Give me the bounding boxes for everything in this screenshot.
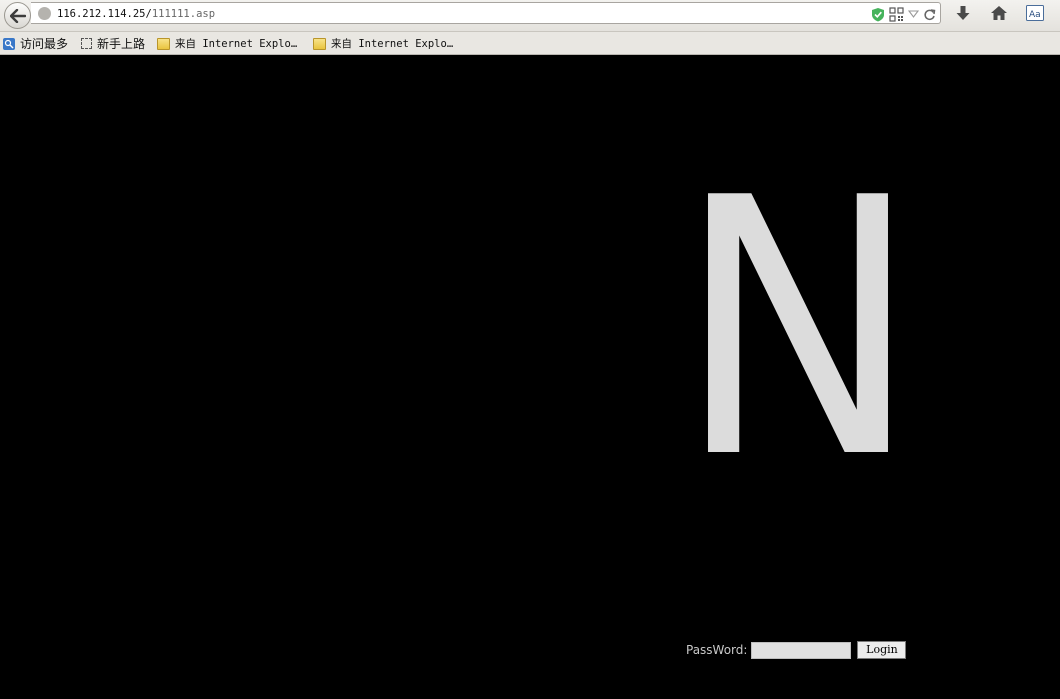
home-icon (991, 6, 1007, 20)
bookmark-label: 新手上路 (97, 37, 146, 51)
most-visited-icon (3, 37, 15, 50)
reload-icon[interactable] (923, 8, 936, 21)
logo-letter-text: N (682, 169, 916, 454)
url-text[interactable]: 116.212.114.25/111111.asp (57, 7, 215, 21)
dropdown-triangle-icon[interactable] (908, 10, 919, 18)
shield-icon[interactable] (871, 7, 885, 22)
logo-letter: N (682, 169, 916, 454)
home-button[interactable] (988, 2, 1010, 24)
page-content: N PassWord: Login (0, 56, 1060, 699)
folder-icon (157, 37, 170, 50)
globe-icon (38, 7, 51, 20)
svg-text:Aa: Aa (1029, 10, 1041, 20)
password-label: PassWord: (686, 643, 748, 657)
back-button[interactable] (4, 2, 31, 29)
bookmark-label: 访问最多 (20, 37, 69, 51)
downloads-button[interactable] (952, 2, 974, 24)
login-form: PassWord: Login (686, 641, 907, 659)
url-bar[interactable]: 116.212.114.25/111111.asp (31, 2, 941, 24)
download-arrow-icon (956, 5, 970, 20)
url-bar-icons (871, 6, 936, 22)
bookmark-label: 来自 Internet Explo… (331, 38, 454, 50)
password-input[interactable] (751, 641, 852, 659)
bookmark-label: 来自 Internet Explo… (175, 38, 298, 50)
bookmark-getting-started[interactable]: 新手上路 (81, 35, 145, 52)
reader-button[interactable]: Aa (1024, 2, 1046, 24)
reader-aa-icon: Aa (1026, 5, 1044, 21)
login-button[interactable]: Login (857, 641, 907, 659)
bookmark-folder-ie-1[interactable]: 来自 Internet Explo… (157, 35, 297, 52)
url-path: 111111.asp (151, 8, 216, 20)
qr-code-icon[interactable] (889, 6, 904, 22)
bookmarks-bar: 访问最多 新手上路 来自 Internet Explo… 来自 Internet… (0, 32, 1060, 55)
bookmark-most-visited[interactable]: 访问最多 (3, 35, 68, 52)
bookmark-folder-ie-2[interactable]: 来自 Internet Explo… (313, 35, 453, 52)
folder-icon (313, 37, 326, 50)
dashed-page-icon (81, 38, 92, 49)
back-arrow-icon (9, 8, 26, 23)
browser-navbar: 116.212.114.25/111111.asp Aa (0, 0, 1060, 32)
url-host: 116.212.114.25/ (57, 8, 152, 20)
